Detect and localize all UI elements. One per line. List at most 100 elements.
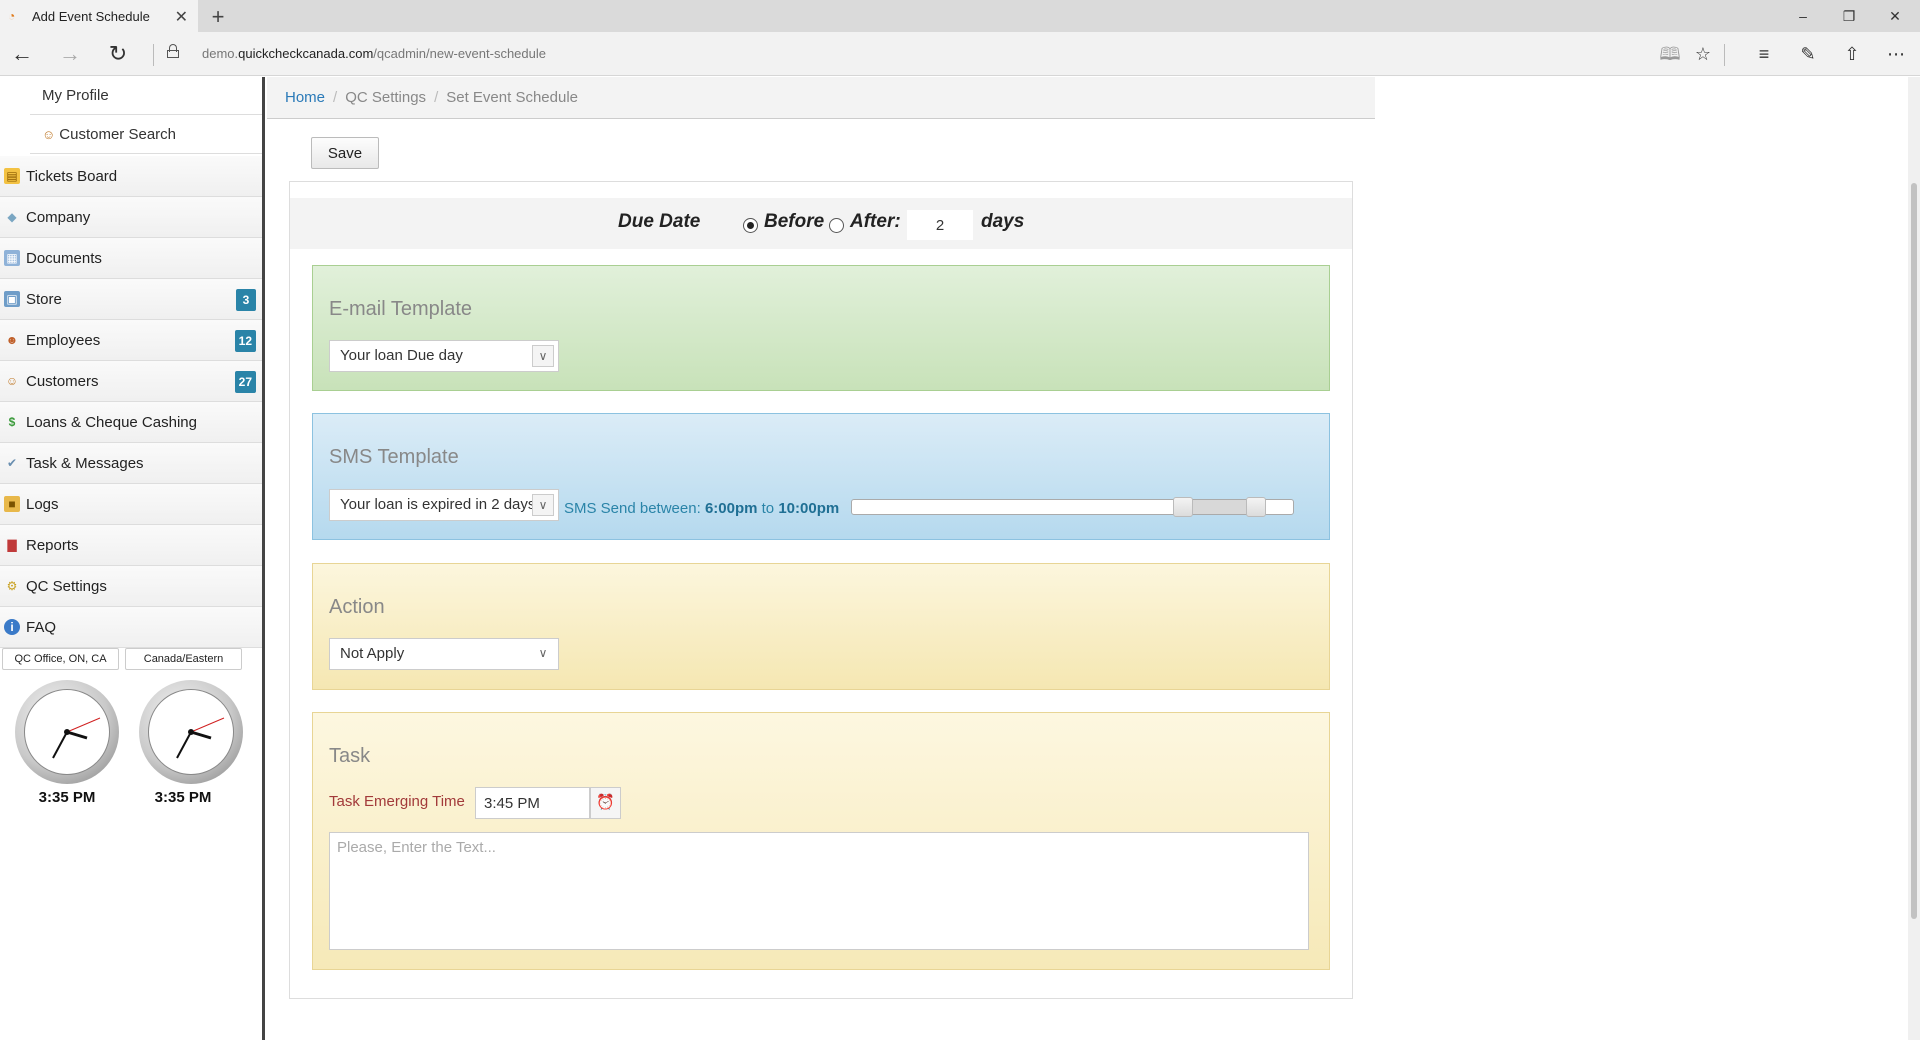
tab-title: Add Event Schedule xyxy=(32,8,150,24)
due-date-label: Due Date xyxy=(618,211,701,232)
web-note-icon[interactable]: ✎ xyxy=(1794,40,1822,68)
favorite-star-icon[interactable]: ☆ xyxy=(1689,40,1717,68)
sidebar-item-label: QC Settings xyxy=(26,577,107,595)
action-panel: Action xyxy=(312,563,1330,690)
timezone-selector-eastern[interactable]: Canada/Eastern xyxy=(125,648,242,670)
breadcrumb-current: Set Event Schedule xyxy=(446,89,578,106)
sms-template-title: SMS Template xyxy=(329,446,459,468)
chevron-down-icon: ∨ xyxy=(532,643,554,665)
after-radio[interactable] xyxy=(829,218,844,233)
sidebar-sub-label: My Profile xyxy=(42,87,109,104)
sidebar-item-label: Customers xyxy=(26,372,99,390)
sms-template-value: Your loan is expired in 2 days xyxy=(340,496,536,513)
browser-tab[interactable]: ◔ Add Event Schedule ✕ xyxy=(0,0,198,32)
sidebar-item-label: Company xyxy=(26,208,91,226)
action-select[interactable]: Not Apply ∨ xyxy=(329,638,559,670)
analog-clock-eastern xyxy=(139,680,243,784)
days-input[interactable] xyxy=(907,210,973,240)
slider-end-handle[interactable] xyxy=(1246,497,1266,517)
sidebar-item-store[interactable]: ▣ Store 3 xyxy=(0,279,262,320)
close-tab-icon[interactable]: ✕ xyxy=(175,7,188,27)
chart-icon: ▇ xyxy=(7,538,17,552)
sidebar-item-label: Store xyxy=(26,290,62,308)
sidebar-item-company[interactable]: ◆ Company xyxy=(0,197,262,238)
refresh-icon[interactable]: ↻ xyxy=(104,40,132,68)
clock-picker-icon[interactable]: ⏰ xyxy=(590,787,621,819)
email-template-panel: E-mail Template xyxy=(312,265,1330,391)
dollar-icon: $ xyxy=(8,415,16,429)
share-icon[interactable]: ⇧ xyxy=(1838,40,1866,68)
breadcrumb: Home / QC Settings / Set Event Schedule xyxy=(267,77,1375,119)
hub-icon[interactable]: ≡ xyxy=(1750,40,1778,68)
sidebar-item-my-profile[interactable]: My Profile xyxy=(30,77,262,115)
task-time-input[interactable] xyxy=(475,787,590,819)
before-radio[interactable] xyxy=(743,218,758,233)
sidebar-item-qc-settings[interactable]: ⚙ QC Settings xyxy=(0,566,262,607)
clock-time-eastern: 3:35 PM xyxy=(154,789,212,806)
sidebar-item-customers[interactable]: ☺ Customers 27 xyxy=(0,361,262,402)
days-label: days xyxy=(981,211,1025,232)
store-icon: ▣ xyxy=(4,291,20,307)
slider-start-handle[interactable] xyxy=(1173,497,1193,517)
close-window-icon[interactable]: ✕ xyxy=(1872,0,1918,32)
sidebar-item-task-messages[interactable]: ✔ Task & Messages xyxy=(0,443,262,484)
sidebar-item-label: Tickets Board xyxy=(26,167,118,185)
restore-icon[interactable]: ❐ xyxy=(1826,0,1872,32)
info-icon: i xyxy=(4,619,20,635)
sidebar-item-loans[interactable]: $ Loans & Cheque Cashing xyxy=(0,402,262,443)
more-icon[interactable]: ⋯ xyxy=(1882,40,1910,68)
scrollbar-thumb[interactable] xyxy=(1911,183,1917,919)
forward-icon[interactable]: → xyxy=(56,40,84,68)
timezone-selector-office[interactable]: QC Office, ON, CA xyxy=(2,648,119,670)
sidebar-item-label: Loans & Cheque Cashing xyxy=(26,413,197,431)
sms-time-range-slider[interactable] xyxy=(851,497,1294,517)
after-label: After: xyxy=(850,211,901,232)
sidebar-item-customer-search[interactable]: ☺ Customer Search xyxy=(30,116,262,154)
back-icon[interactable]: ← xyxy=(8,40,36,68)
sidebar-item-label: Documents xyxy=(26,249,102,267)
sms-template-select[interactable]: Your loan is expired in 2 days ∨ xyxy=(329,489,559,521)
url-domain: quickcheckcanada.com xyxy=(238,46,374,61)
chevron-down-icon: ∨ xyxy=(532,494,554,516)
analog-clock-office xyxy=(15,680,119,784)
site-favicon-icon: ◔ xyxy=(8,9,16,23)
new-tab-icon[interactable]: + xyxy=(206,4,230,30)
sidebar-item-label: Employees xyxy=(26,331,101,349)
ticket-icon: ▤ xyxy=(4,168,20,184)
sms-send-between-label: SMS Send between: xyxy=(564,500,701,517)
task-text-area[interactable] xyxy=(329,832,1309,950)
breadcrumb-separator: / xyxy=(333,89,338,106)
task-emerging-time-label: Task Emerging Time xyxy=(329,793,465,810)
store-count-badge: 3 xyxy=(236,289,256,311)
sidebar-item-faq[interactable]: i FAQ xyxy=(0,607,262,648)
sms-send-window: SMS Send between: 6:00pm to 10:00pm xyxy=(564,500,839,517)
sidebar-item-tickets-board[interactable]: ▤ Tickets Board xyxy=(0,156,262,197)
email-template-select[interactable]: Your loan Due day ∨ xyxy=(329,340,559,372)
box-icon: ■ xyxy=(4,496,20,512)
email-template-title: E-mail Template xyxy=(329,298,473,320)
sidebar-item-documents[interactable]: ▦ Documents xyxy=(0,238,262,279)
documents-icon: ▦ xyxy=(4,250,20,266)
minimize-icon[interactable]: – xyxy=(1780,0,1826,32)
action-title: Action xyxy=(329,596,385,618)
tag-icon: ◆ xyxy=(7,210,17,224)
breadcrumb-home-link[interactable]: Home xyxy=(285,89,325,106)
sidebar-item-reports[interactable]: ▇ Reports xyxy=(0,525,262,566)
reading-view-icon[interactable]: 🕮 xyxy=(1656,40,1684,68)
url-path: /qcadmin/new-event-schedule xyxy=(373,46,546,61)
sidebar-item-logs[interactable]: ■ Logs xyxy=(0,484,262,525)
sidebar-item-label: Reports xyxy=(26,536,79,554)
sms-to-time: 10:00pm xyxy=(778,500,840,517)
sidebar-item-employees[interactable]: ☻ Employees 12 xyxy=(0,320,262,361)
clock-time-office: 3:35 PM xyxy=(38,789,96,806)
users-search-icon: ☺ xyxy=(42,127,56,142)
url-text[interactable]: demo.quickcheckcanada.com/qcadmin/new-ev… xyxy=(202,46,546,61)
task-icon: ✔ xyxy=(6,456,18,470)
breadcrumb-qc-settings[interactable]: QC Settings xyxy=(345,89,426,106)
save-button[interactable]: Save xyxy=(311,137,379,169)
email-template-value: Your loan Due day xyxy=(340,347,463,364)
page-scrollbar[interactable] xyxy=(1908,77,1920,1040)
breadcrumb-separator: / xyxy=(434,89,439,106)
sidebar-item-label: FAQ xyxy=(26,618,57,636)
task-title: Task xyxy=(329,745,371,767)
